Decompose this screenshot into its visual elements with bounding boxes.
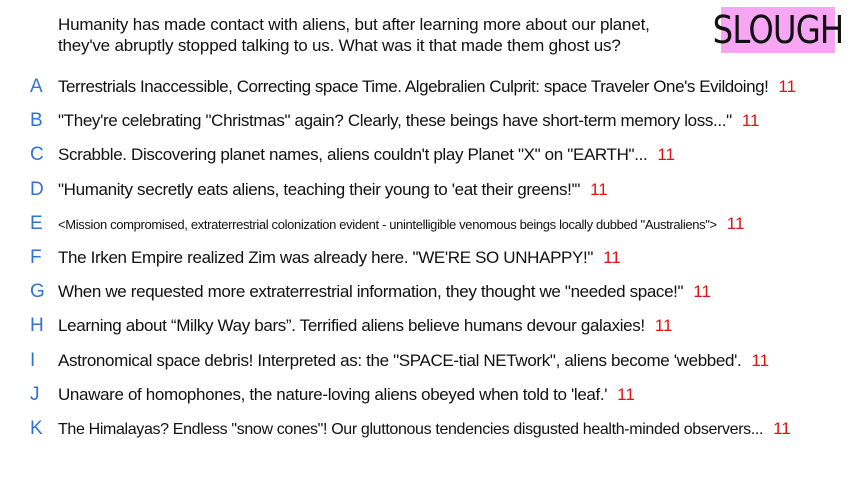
answer-text: "Humanity secretly eats aliens, teaching…: [58, 179, 581, 199]
answer-text: The Himalayas? Endless "snow cones"! Our…: [58, 420, 764, 438]
answer-letter: H: [30, 315, 44, 337]
answer-letter: D: [30, 178, 44, 200]
vote-count: 11: [751, 350, 770, 370]
vote-count: 11: [590, 179, 608, 199]
answer-text: Scrabble. Discovering planet names, alie…: [58, 145, 648, 165]
vote-count: 11: [726, 213, 745, 233]
answer-text: "They're celebrating "Christmas" again? …: [58, 111, 732, 131]
prompt-line-2: they've abruptly stopped talking to us. …: [58, 36, 621, 55]
answer-row-b[interactable]: B "They're celebrating "Christmas" again…: [0, 104, 853, 138]
answer-text: Learning about “Milky Way bars”. Terrifi…: [58, 316, 645, 336]
slough-badge: SLOUGH: [712, 7, 844, 53]
answer-letter: F: [30, 247, 42, 269]
prompt-line-1: Humanity has made contact with aliens, b…: [58, 15, 650, 34]
answer-row-a[interactable]: A Terrestrials Inaccessible, Correcting …: [0, 70, 853, 104]
vote-count: 11: [657, 145, 675, 165]
answer-letter: C: [30, 144, 44, 166]
answer-row-f[interactable]: F The Irken Empire realized Zim was alre…: [0, 241, 853, 275]
answer-letter: A: [30, 76, 43, 98]
vote-count: 11: [741, 111, 760, 131]
answer-text: <Mission compromised, extraterrestrial c…: [58, 216, 717, 232]
answer-row-h[interactable]: H Learning about “Milky Way bars”. Terri…: [0, 309, 853, 343]
answer-row-g[interactable]: G When we requested more extraterrestria…: [0, 275, 853, 309]
answer-row-c[interactable]: C Scrabble. Discovering planet names, al…: [0, 138, 853, 172]
answer-text: The Irken Empire realized Zim was alread…: [58, 248, 594, 268]
answer-letter: E: [30, 212, 43, 234]
answer-row-i[interactable]: I Astronomical space debris! Interpreted…: [0, 344, 853, 378]
answer-row-d[interactable]: D "Humanity secretly eats aliens, teachi…: [0, 173, 853, 207]
answer-text: Terrestrials Inaccessible, Correcting sp…: [58, 77, 769, 97]
answer-row-j[interactable]: J Unaware of homophones, the nature-lovi…: [0, 378, 853, 412]
question-prompt: Humanity has made contact with aliens, b…: [58, 14, 708, 56]
answer-letter: I: [30, 349, 36, 371]
vote-count: 11: [603, 248, 621, 268]
vote-count: 11: [773, 418, 791, 438]
answer-letter: J: [30, 383, 40, 405]
answer-text: Unaware of homophones, the nature-loving…: [58, 384, 608, 404]
answer-letter: K: [30, 417, 43, 439]
answer-letter: G: [30, 281, 45, 303]
answer-list: A Terrestrials Inaccessible, Correcting …: [0, 70, 853, 446]
vote-count: 11: [693, 282, 711, 302]
answer-row-e[interactable]: E <Mission compromised, extraterrestrial…: [0, 207, 853, 241]
vote-count: 11: [778, 77, 797, 97]
answer-row-k[interactable]: K The Himalayas? Endless "snow cones"! O…: [0, 412, 853, 446]
answer-letter: B: [30, 110, 43, 132]
answer-text: When we requested more extraterrestrial …: [58, 282, 684, 302]
vote-count: 11: [617, 384, 635, 404]
vote-count: 11: [654, 316, 673, 336]
answer-text: Astronomical space debris! Interpreted a…: [58, 350, 742, 370]
